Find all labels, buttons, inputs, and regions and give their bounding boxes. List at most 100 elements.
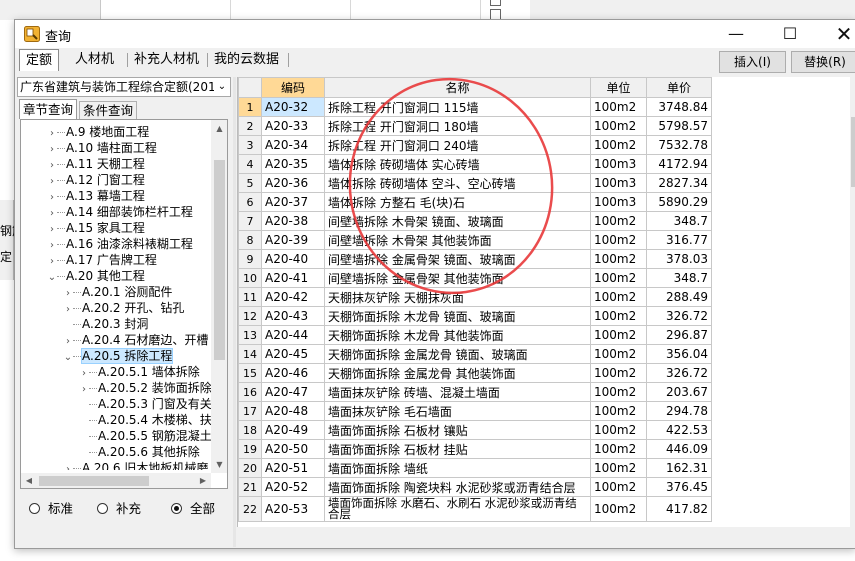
quota-grid[interactable]: 编码 名称 单位 单价 1 A20-32 拆除工程 开门窗洞口 115墙 100m2 3… (237, 77, 855, 527)
row-number-cell[interactable]: 16 (238, 382, 262, 402)
tree-node[interactable]: › A.13 幕墙工程 (47, 188, 145, 204)
tree-node[interactable]: › A.12 门窗工程 (47, 172, 145, 188)
table-row[interactable]: 5 A20-36 墙体拆除 砖砌墙体 空斗、空心砖墙 100m3 2827.34 (238, 173, 712, 193)
price-cell[interactable]: 356.04 (646, 344, 712, 364)
price-cell[interactable]: 326.72 (646, 306, 712, 326)
name-cell[interactable]: 墙面饰面拆除 石板材 挂贴 (324, 439, 591, 459)
table-row[interactable]: 19 A20-50 墙面饰面拆除 石板材 挂贴 100m2 446.09 (238, 439, 712, 459)
price-cell[interactable]: 446.09 (646, 439, 712, 459)
name-cell[interactable]: 拆除工程 开门窗洞口 180墙 (324, 116, 591, 136)
scroll-right-icon[interactable]: ▶ (195, 473, 211, 488)
unit-cell[interactable]: 100m2 (590, 344, 647, 364)
tree-node[interactable]: › A.20.2 开孔、钻孔 (63, 300, 184, 316)
code-cell[interactable]: A20-44 (261, 325, 325, 345)
table-row[interactable]: 11 A20-42 天棚抹灰铲除 天棚抹灰面 100m2 288.49 (238, 287, 712, 307)
tree-node[interactable]: A.20.5.6 其他拆除 (79, 444, 200, 460)
background-checkbox[interactable] (490, 0, 501, 6)
code-cell[interactable]: A20-37 (261, 192, 325, 212)
name-cell[interactable]: 天棚饰面拆除 金属龙骨 镜面、玻璃面 (324, 344, 591, 364)
filter-all[interactable]: 全部 (171, 500, 215, 518)
code-cell[interactable]: A20-48 (261, 401, 325, 421)
row-number-cell[interactable]: 11 (238, 287, 262, 307)
price-cell[interactable]: 348.7 (646, 268, 712, 288)
name-cell[interactable]: 拆除工程 开门窗洞口 240墙 (324, 135, 591, 155)
table-row[interactable]: 21 A20-52 墙面饰面拆除 陶瓷块料 水泥砂浆或沥青结合层 100m2 376.4… (238, 477, 712, 497)
row-number-cell[interactable]: 18 (238, 420, 262, 440)
code-cell[interactable]: A20-42 (261, 287, 325, 307)
name-cell[interactable]: 间壁墙拆除 木骨架 镜面、玻璃面 (324, 211, 591, 231)
price-cell[interactable]: 376.45 (646, 477, 712, 497)
price-cell[interactable]: 2827.34 (646, 173, 712, 193)
unit-cell[interactable]: 100m2 (590, 325, 647, 345)
radio-icon[interactable] (171, 503, 182, 514)
column-header-unit[interactable]: 单位 (590, 77, 647, 98)
price-cell[interactable]: 417.82 (646, 496, 712, 522)
row-number-cell[interactable]: 2 (238, 116, 262, 136)
name-cell[interactable]: 拆除工程 开门窗洞口 115墙 (324, 97, 591, 117)
collapse-icon[interactable]: ⌄ (47, 270, 57, 286)
tree-node[interactable]: › A.17 广告牌工程 (47, 252, 157, 268)
tree-node[interactable]: › A.14 细部装饰栏杆工程 (47, 204, 193, 220)
tree-node[interactable]: A.20.5.3 门窗及有关 (79, 396, 211, 412)
column-header-price[interactable]: 单价 (646, 77, 712, 98)
quota-library-select[interactable]: 广东省建筑与装饰工程综合定额(2018) ⌄ (17, 77, 231, 97)
unit-cell[interactable]: 100m2 (590, 249, 647, 269)
row-number-cell[interactable]: 3 (238, 135, 262, 155)
insert-button[interactable]: 插入(I) (719, 51, 786, 73)
unit-cell[interactable]: 100m3 (590, 173, 647, 193)
code-cell[interactable]: A20-32 (261, 97, 325, 117)
price-cell[interactable]: 203.67 (646, 382, 712, 402)
table-row[interactable]: 7 A20-38 间壁墙拆除 木骨架 镜面、玻璃面 100m2 348.7 (238, 211, 712, 231)
code-cell[interactable]: A20-35 (261, 154, 325, 174)
column-header-code[interactable]: 编码 (261, 77, 325, 98)
table-row[interactable]: 8 A20-39 间壁墙拆除 木骨架 其他装饰面 100m2 316.77 (238, 230, 712, 250)
name-cell[interactable]: 墙体拆除 砖砌墙体 空斗、空心砖墙 (324, 173, 591, 193)
unit-cell[interactable]: 100m3 (590, 154, 647, 174)
tree-node[interactable]: › A.10 墙柱面工程 (47, 140, 157, 156)
tree-node[interactable]: A.20.5.4 木楼梯、扶手 (79, 412, 211, 428)
tree-node[interactable]: › A.20.5.2 装饰面拆除 (79, 380, 211, 396)
tab-labor-material[interactable]: 人材机 (69, 49, 120, 71)
unit-cell[interactable]: 100m2 (590, 97, 647, 117)
row-number-cell[interactable]: 14 (238, 344, 262, 364)
name-cell[interactable]: 墙面饰面拆除 水磨石、水刷石 水泥砂浆或沥青结合层 (324, 496, 591, 522)
table-row[interactable]: 4 A20-35 墙体拆除 砖砌墙体 实心砖墙 100m3 4172.94 (238, 154, 712, 174)
table-row[interactable]: 6 A20-37 墙体拆除 方整石 毛(块)石 100m3 5890.29 (238, 192, 712, 212)
tree-node[interactable]: › A.20.1 浴厕配件 (63, 284, 172, 300)
tree-node[interactable]: › A.20.5.1 墙体拆除 (79, 364, 200, 380)
row-number-cell[interactable]: 17 (238, 401, 262, 421)
code-cell[interactable]: A20-53 (261, 496, 325, 522)
table-row[interactable]: 10 A20-41 间壁墙拆除 金属骨架 其他装饰面 100m2 348.7 (238, 268, 712, 288)
name-cell[interactable]: 墙面抹灰铲除 毛石墙面 (324, 401, 591, 421)
unit-cell[interactable]: 100m2 (590, 116, 647, 136)
tab-quota[interactable]: 定额 (19, 49, 60, 71)
code-cell[interactable]: A20-39 (261, 230, 325, 250)
tab-cloud-data[interactable]: 我的云数据 (208, 49, 285, 71)
chapter-tree[interactable]: › A.9 楼地面工程 › A.10 墙柱面工程 › A.11 天棚工程 › A.12 门窗工… (20, 119, 228, 489)
minimize-button[interactable]: — (713, 20, 759, 48)
column-header-name[interactable]: 名称 (324, 77, 591, 98)
row-number-cell[interactable]: 19 (238, 439, 262, 459)
tree-horizontal-scrollbar[interactable]: ◀ ▶ (21, 473, 211, 488)
filter-supplement[interactable]: 补充 (97, 500, 141, 518)
row-number-cell[interactable]: 9 (238, 249, 262, 269)
name-cell[interactable]: 间壁墙拆除 金属骨架 其他装饰面 (324, 268, 591, 288)
code-cell[interactable]: A20-52 (261, 477, 325, 497)
tab-condition-search[interactable]: 条件查询 (79, 101, 138, 119)
price-cell[interactable]: 5890.29 (646, 192, 712, 212)
table-row[interactable]: 17 A20-48 墙面抹灰铲除 毛石墙面 100m2 294.78 (238, 401, 712, 421)
unit-cell[interactable]: 100m2 (590, 420, 647, 440)
name-cell[interactable]: 墙体拆除 方整石 毛(块)石 (324, 192, 591, 212)
unit-cell[interactable]: 100m2 (590, 306, 647, 326)
code-cell[interactable]: A20-36 (261, 173, 325, 193)
tree-node[interactable]: › A.16 油漆涂料裱糊工程 (47, 236, 193, 252)
price-cell[interactable]: 296.87 (646, 325, 712, 345)
panel-splitter[interactable] (233, 77, 236, 547)
code-cell[interactable]: A20-49 (261, 420, 325, 440)
name-cell[interactable]: 墙面饰面拆除 陶瓷块料 水泥砂浆或沥青结合层 (324, 477, 591, 497)
code-cell[interactable]: A20-50 (261, 439, 325, 459)
price-cell[interactable]: 7532.78 (646, 135, 712, 155)
price-cell[interactable]: 4172.94 (646, 154, 712, 174)
row-number-cell[interactable]: 4 (238, 154, 262, 174)
code-cell[interactable]: A20-43 (261, 306, 325, 326)
